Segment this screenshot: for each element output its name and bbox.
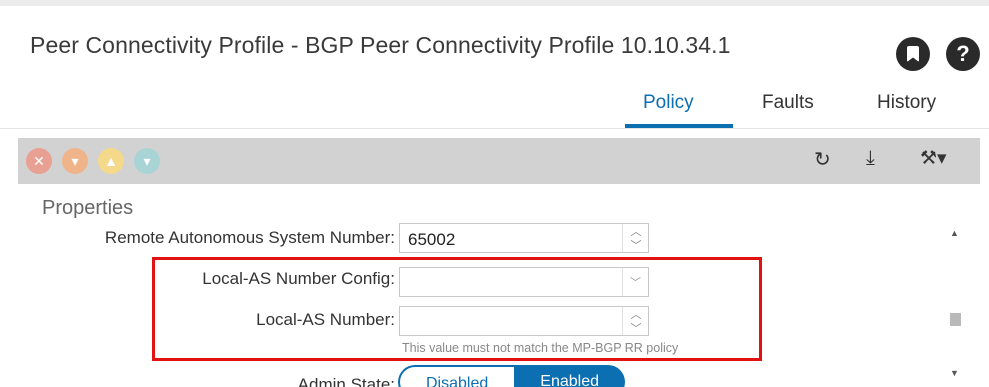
help-icon[interactable]: ? bbox=[946, 37, 980, 71]
toolbar: ✕ ▾ ▲ ▾ ↻ ⤓ ⚒▾ bbox=[18, 138, 980, 184]
scroll-down-icon[interactable]: ▼ bbox=[950, 368, 959, 378]
download-icon[interactable]: ⤓ bbox=[866, 147, 875, 170]
remote-as-stepper[interactable]: ︿ ﹀ bbox=[622, 224, 648, 252]
admin-state-enabled-option[interactable]: Enabled bbox=[514, 365, 625, 387]
warning-fault-icon[interactable]: ▾ bbox=[134, 148, 160, 174]
admin-state-toggle[interactable]: Disabled Enabled bbox=[398, 365, 625, 387]
scroll-up-icon[interactable]: ▲ bbox=[950, 228, 959, 238]
remote-as-label: Remote Autonomous System Number: bbox=[104, 228, 395, 247]
remote-as-input[interactable]: 65002 ︿ ﹀ bbox=[399, 223, 649, 253]
properties-heading: Properties bbox=[42, 197, 134, 219]
minor-fault-icon[interactable]: ▲ bbox=[98, 148, 124, 174]
tab-policy[interactable]: Policy bbox=[643, 92, 694, 114]
tab-history[interactable]: History bbox=[877, 92, 936, 114]
tab-faults[interactable]: Faults bbox=[762, 92, 814, 114]
admin-state-label: Admin State: bbox=[297, 375, 395, 387]
remote-as-value[interactable]: 65002 bbox=[408, 230, 455, 250]
tools-menu-icon[interactable]: ⚒▾ bbox=[920, 147, 947, 170]
tab-divider bbox=[0, 128, 989, 129]
page-title: Peer Connectivity Profile - BGP Peer Con… bbox=[30, 32, 731, 58]
admin-state-disabled-option[interactable]: Disabled bbox=[398, 365, 515, 387]
highlight-box bbox=[152, 257, 762, 361]
top-border bbox=[0, 0, 989, 6]
bookmark-icon[interactable] bbox=[896, 37, 930, 71]
critical-fault-icon[interactable]: ✕ bbox=[26, 148, 52, 174]
major-fault-icon[interactable]: ▾ bbox=[62, 148, 88, 174]
scrollbar-thumb[interactable] bbox=[950, 313, 961, 326]
chevron-down-icon[interactable]: ﹀ bbox=[623, 238, 649, 252]
chevron-up-icon[interactable]: ︿ bbox=[623, 224, 649, 238]
refresh-icon[interactable]: ↻ bbox=[814, 147, 831, 172]
